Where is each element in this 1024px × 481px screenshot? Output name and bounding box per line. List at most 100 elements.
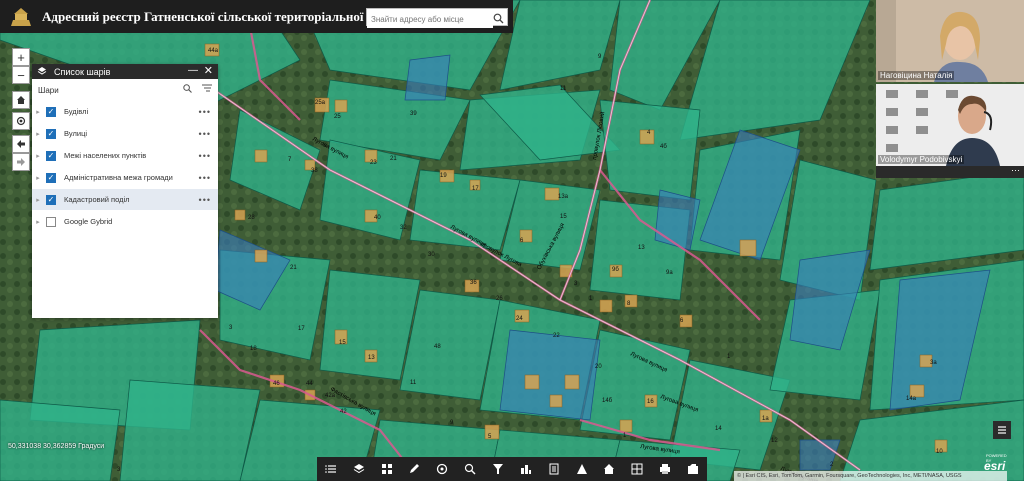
home-button[interactable] (12, 91, 30, 109)
parcel-label: 21 (290, 265, 297, 271)
layers-icon (37, 66, 47, 78)
parcel-label: 15 (339, 340, 346, 346)
parcel-label: 26 (496, 296, 503, 302)
parcel-label: 4б (660, 144, 667, 150)
parcel-label: 9a (666, 270, 673, 276)
grid-icon[interactable] (379, 461, 395, 477)
panel-subheader: Шари (32, 79, 218, 101)
video-tile[interactable]: Volodymyr Podobivskyi (876, 84, 1024, 166)
home-icon (17, 96, 25, 104)
locate-button[interactable] (12, 112, 30, 130)
select-icon[interactable] (629, 461, 645, 477)
parcel-label: 13 (638, 245, 645, 251)
parcel-label: 28 (248, 215, 255, 221)
parcel-label: 40 (374, 215, 381, 221)
doc-icon[interactable] (546, 461, 562, 477)
layer-label: Google Gybrid (64, 217, 113, 226)
parcel-label: 11 (560, 86, 567, 92)
layers-icon[interactable] (351, 461, 367, 477)
layer-checkbox[interactable]: ✓ (46, 172, 56, 183)
more-options-icon[interactable]: ••• (199, 151, 211, 161)
parcel-label: 14 (715, 426, 722, 432)
measure-icon[interactable] (462, 461, 478, 477)
layer-row[interactable]: ▸ ✓ Будівлі ••• (32, 101, 218, 123)
search-box[interactable] (366, 8, 508, 29)
back-button[interactable] (12, 135, 30, 153)
expand-icon[interactable]: ▸ (32, 108, 44, 116)
expand-icon[interactable]: ▸ (32, 152, 44, 160)
close-icon[interactable]: ✕ (204, 64, 213, 77)
draw-icon[interactable] (406, 461, 422, 477)
parcel-label: 3a (930, 360, 937, 366)
layer-row[interactable]: ▸ Google Gybrid (32, 211, 218, 233)
layer-label: Межі населених пунктів (64, 151, 147, 160)
forward-button[interactable] (12, 153, 30, 171)
more-options-icon[interactable]: ••• (199, 107, 211, 117)
warning-icon[interactable] (574, 461, 590, 477)
search-icon[interactable] (493, 11, 504, 29)
parcel-label: 44 (306, 381, 313, 387)
layer-checkbox[interactable]: ✓ (46, 150, 56, 161)
expand-icon[interactable]: ▸ (32, 218, 44, 226)
parcel-label: 38 (311, 168, 318, 174)
panel-title: Список шарів (54, 66, 111, 77)
video-tile[interactable]: Наговіцина Наталія (876, 0, 1024, 82)
home-icon[interactable] (601, 461, 617, 477)
parcel-label: 46 (273, 381, 280, 387)
more-options-icon[interactable]: ••• (199, 195, 211, 205)
layer-row[interactable]: ▸ ✓ Кадастровий поділ ••• (32, 189, 218, 211)
zoom-out-button[interactable]: − (12, 66, 30, 84)
layer-row[interactable]: ▸ ✓ Вулиці ••• (32, 123, 218, 145)
table-toggle-button[interactable] (993, 421, 1011, 439)
esri-logo: POWERED BY esri (984, 453, 1007, 473)
parcel-label: 18 (250, 346, 257, 352)
parcel-label: 1a (762, 416, 769, 422)
parcel-label: 19 (440, 173, 447, 179)
locate-icon (16, 116, 26, 126)
print-icon[interactable] (434, 461, 450, 477)
expand-icon[interactable]: ▸ (32, 174, 44, 182)
layer-checkbox[interactable]: ✓ (46, 194, 56, 205)
search-icon[interactable] (183, 84, 192, 95)
list-icon[interactable] (323, 461, 339, 477)
layer-label: Кадастровий поділ (64, 195, 130, 204)
panel-header: Список шарів — ✕ (32, 64, 218, 79)
map-attribution: © | Esri CIS, Esri, TomTom, Garmin, Four… (734, 471, 1007, 481)
parcel-label: 16 (647, 399, 654, 405)
arrow-left-icon (17, 140, 25, 148)
bottom-toolbar (317, 457, 707, 481)
parcel-label: 13 (368, 355, 375, 361)
layer-row[interactable]: ▸ ✓ Адміністративна межа громади ••• (32, 167, 218, 189)
parcel-label: 9б (612, 267, 619, 273)
parcel-label: 15 (560, 214, 567, 220)
parcel-label: 10 (936, 449, 943, 455)
parcel-label: 24 (516, 316, 523, 322)
minimize-icon[interactable]: — (188, 65, 198, 76)
parcel-label: 17 (472, 186, 479, 192)
powered-by-text: POWERED BY (986, 453, 1007, 463)
printer-icon[interactable] (657, 461, 673, 477)
expand-icon[interactable]: ▸ (32, 130, 44, 138)
funnel-icon[interactable] (518, 461, 534, 477)
more-icon[interactable]: ⋯ (1011, 166, 1020, 176)
layer-label: Вулиці (64, 129, 88, 138)
parcel-label: 14б (602, 398, 613, 404)
layer-checkbox[interactable]: ✓ (46, 106, 56, 117)
participant-name: Наговіцина Наталія (878, 71, 955, 80)
expand-icon[interactable]: ▸ (32, 196, 44, 204)
edit-icon[interactable] (685, 461, 701, 477)
search-input[interactable] (367, 11, 493, 28)
filter-list-icon[interactable] (202, 84, 212, 95)
app-title: Адресний реєстр Гатненської сільської те… (42, 8, 416, 24)
layer-checkbox[interactable] (46, 216, 56, 227)
parcel-label: 25 (334, 114, 341, 120)
logo-icon (6, 4, 36, 30)
participant-video (876, 0, 1024, 82)
layer-checkbox[interactable]: ✓ (46, 128, 56, 139)
layer-row[interactable]: ▸ ✓ Межі населених пунктів ••• (32, 145, 218, 167)
more-options-icon[interactable]: ••• (199, 173, 211, 183)
more-options-icon[interactable]: ••• (199, 129, 211, 139)
zoom-in-button[interactable]: + (12, 48, 30, 66)
filter-icon[interactable] (490, 461, 506, 477)
parcel-label: 25a (315, 100, 326, 106)
